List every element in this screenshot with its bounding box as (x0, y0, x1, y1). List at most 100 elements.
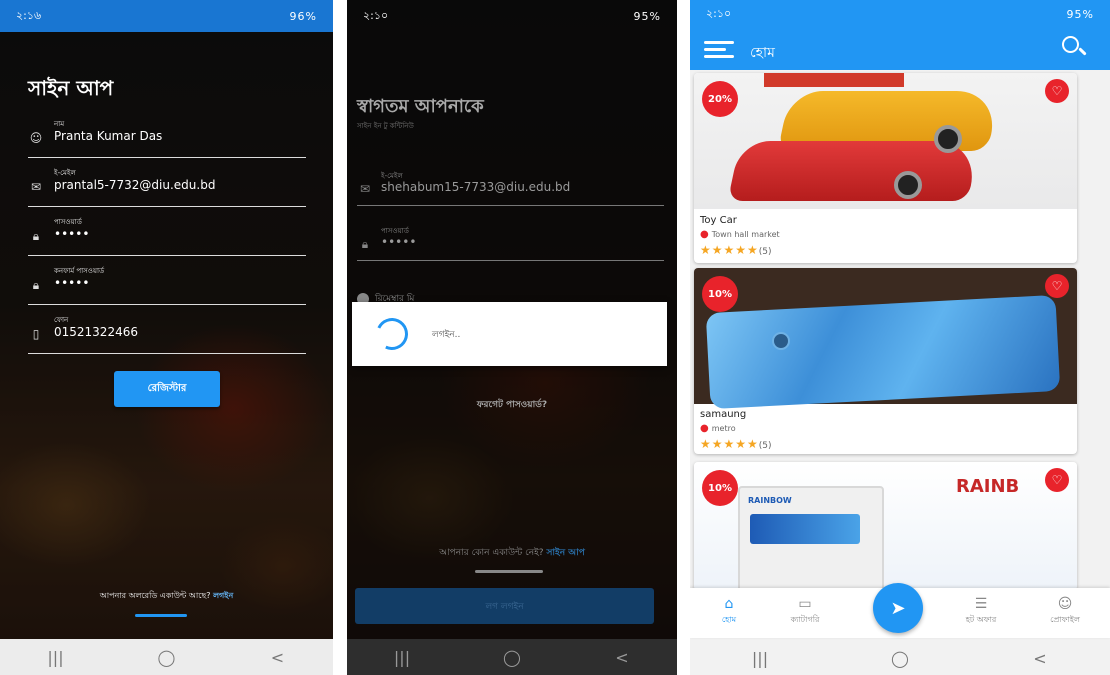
nav-profile-label: প্রোফাইল (1050, 615, 1080, 624)
email-input[interactable]: shehabum15-7733@diu.edu.bd (381, 180, 570, 194)
status-time: ২:১৬ (16, 8, 42, 22)
have-account-text: আপনার অলরেডি একাউন্ট আছে? (99, 591, 211, 600)
signup-screen: ২:১৬ 96% সাইন আপ ☺ নাম Pranta Kumar Das … (0, 0, 333, 675)
system-nav-bar: ||| ◯ < (347, 639, 677, 675)
favorite-heart-icon[interactable]: ♡ (1045, 274, 1069, 298)
password-field[interactable]: 🔒︎ পাসওয়ার্ড ••••• (357, 225, 664, 261)
recents-button[interactable]: ||| (26, 648, 86, 667)
login-screen: ২:১০ 95% স্বাগতম আপনাকে সাইন ইন টু কন্টি… (347, 0, 677, 675)
password-input[interactable]: ••••• (381, 235, 416, 249)
name-field[interactable]: ☺ নাম Pranta Kumar Das (28, 118, 306, 158)
app-bar: হোম (690, 28, 1110, 70)
nav-profile[interactable]: ☺ প্রোফাইল (1030, 596, 1100, 627)
lock-icon: 🔒︎ (32, 229, 40, 243)
home-button[interactable]: ◯ (137, 648, 197, 667)
signup-link[interactable]: সাইন আপ (546, 548, 584, 558)
rating-stars: ★★★★★ (700, 437, 759, 451)
search-icon[interactable] (1062, 36, 1087, 60)
product-card[interactable]: 10% ♡ samaung ● metro ★★★★★(5) (694, 268, 1077, 454)
no-account-row: আপনার কোন একাউন্ট নেই? সাইন আপ (347, 545, 677, 560)
location-pin-icon: ● (700, 423, 709, 434)
email-field[interactable]: ✉ ই-মেইল prantal5-7732@diu.edu.bd (28, 167, 306, 207)
location-text: metro (711, 424, 736, 433)
page-title: স্বাগতম আপনাকে (357, 96, 484, 117)
email-input[interactable]: prantal5-7732@diu.edu.bd (54, 178, 215, 192)
nav-home-label: হোম (721, 615, 737, 624)
menu-icon[interactable] (704, 41, 734, 58)
phone-icon: ▯ (32, 327, 40, 341)
password-input[interactable]: ••••• (54, 227, 89, 241)
category-icon: ▭ (798, 596, 812, 612)
recents-button[interactable]: ||| (372, 648, 432, 667)
product-image: RAINBOW RAINB (694, 462, 1077, 590)
name-input[interactable]: Pranta Kumar Das (54, 129, 162, 143)
home-screen: ২:১০ 95% হোম 20% ♡ Toy Car ● Town hall m… (690, 0, 1110, 675)
register-button[interactable]: রেজিস্টার (114, 371, 220, 407)
login-button[interactable]: লগ লগইন (355, 588, 654, 624)
product-location: ● metro (700, 423, 736, 434)
status-time: ২:১০ (363, 8, 389, 22)
password-field[interactable]: 🔒︎ পাসওয়ার্ড ••••• (28, 216, 306, 256)
system-nav-bar: ||| ◯ < (690, 641, 1110, 675)
rating-count: (5) (758, 441, 772, 451)
confirm-password-field[interactable]: 🔒︎ কনফার্ম পাসওয়ার্ড ••••• (28, 265, 306, 305)
scroll-indicator (135, 614, 187, 617)
hot-offer-icon: ☰ (974, 596, 988, 612)
rating-count: (5) (758, 247, 772, 257)
favorite-heart-icon[interactable]: ♡ (1045, 468, 1069, 492)
system-nav-bar: ||| ◯ < (0, 639, 333, 675)
back-button[interactable]: < (248, 648, 308, 667)
send-icon: ➤ (890, 597, 906, 619)
favorite-heart-icon[interactable]: ♡ (1045, 79, 1069, 103)
bucket-brand: RAINBOW (748, 496, 792, 505)
lock-icon: 🔒︎ (361, 237, 369, 251)
product-image (694, 73, 1077, 209)
home-button[interactable]: ◯ (482, 648, 542, 667)
spinner-icon (371, 313, 413, 355)
lock-icon: 🔒︎ (32, 278, 40, 292)
forgot-password-link[interactable]: ফরগেট পাসওয়ার্ড? (347, 397, 677, 412)
status-battery: 95% (633, 9, 661, 23)
discount-badge: 10% (702, 276, 738, 312)
location-pin-icon: ● (700, 229, 709, 240)
loading-dialog: লগইন.. (352, 302, 667, 366)
status-bar: ২:১০ 95% (690, 0, 1110, 28)
status-bar: ২:১৬ 96% (0, 0, 333, 32)
product-card[interactable]: RAINBOW RAINB 10% ♡ (694, 462, 1077, 590)
confirm-password-input[interactable]: ••••• (54, 276, 89, 290)
status-bar: ২:১০ 95% (347, 0, 677, 32)
back-button[interactable]: < (592, 648, 652, 667)
product-rating: ★★★★★(5) (700, 243, 772, 257)
page-title: হোম (750, 45, 775, 61)
location-text: Town hall market (711, 230, 780, 239)
home-icon: ⌂ (724, 596, 734, 612)
scroll-indicator (475, 570, 543, 573)
status-battery: 95% (1066, 7, 1094, 21)
nav-hot-offer[interactable]: ☰ হট অফার (946, 596, 1016, 627)
product-card[interactable]: 20% ♡ Toy Car ● Town hall market ★★★★★(5… (694, 73, 1077, 263)
discount-badge: 20% (702, 81, 738, 117)
product-image (694, 268, 1077, 410)
have-account-row: আপনার অলরেডি একাউন্ট আছে? লগইন (0, 590, 333, 603)
recents-button[interactable]: ||| (730, 649, 790, 668)
discount-badge: 10% (702, 470, 738, 506)
profile-icon: ☺ (1057, 596, 1073, 612)
product-rating: ★★★★★(5) (700, 437, 772, 451)
nav-home[interactable]: ⌂ হোম (694, 596, 764, 627)
user-icon: ☺ (29, 131, 43, 145)
nav-category[interactable]: ▭ ক্যাটাগরি (770, 596, 840, 627)
login-link[interactable]: লগইন (213, 591, 233, 600)
phone-input[interactable]: 01521322466 (54, 325, 138, 339)
home-button[interactable]: ◯ (870, 649, 930, 668)
no-account-text: আপনার কোন একাউন্ট নেই? (439, 548, 544, 558)
back-button[interactable]: < (1010, 649, 1070, 668)
rating-stars: ★★★★★ (700, 243, 759, 257)
product-location: ● Town hall market (700, 229, 780, 240)
send-fab-button[interactable]: ➤ (873, 583, 923, 633)
brand-logo: RAINB (956, 476, 1020, 497)
product-name: Toy Car (700, 215, 737, 226)
phone-field[interactable]: ▯ ফোন 01521322466 (28, 314, 306, 354)
email-field[interactable]: ✉ ই-মেইল shehabum15-7733@diu.edu.bd (357, 170, 664, 206)
mail-icon: ✉ (30, 180, 42, 194)
nav-hot-offer-label: হট অফার (965, 615, 997, 624)
